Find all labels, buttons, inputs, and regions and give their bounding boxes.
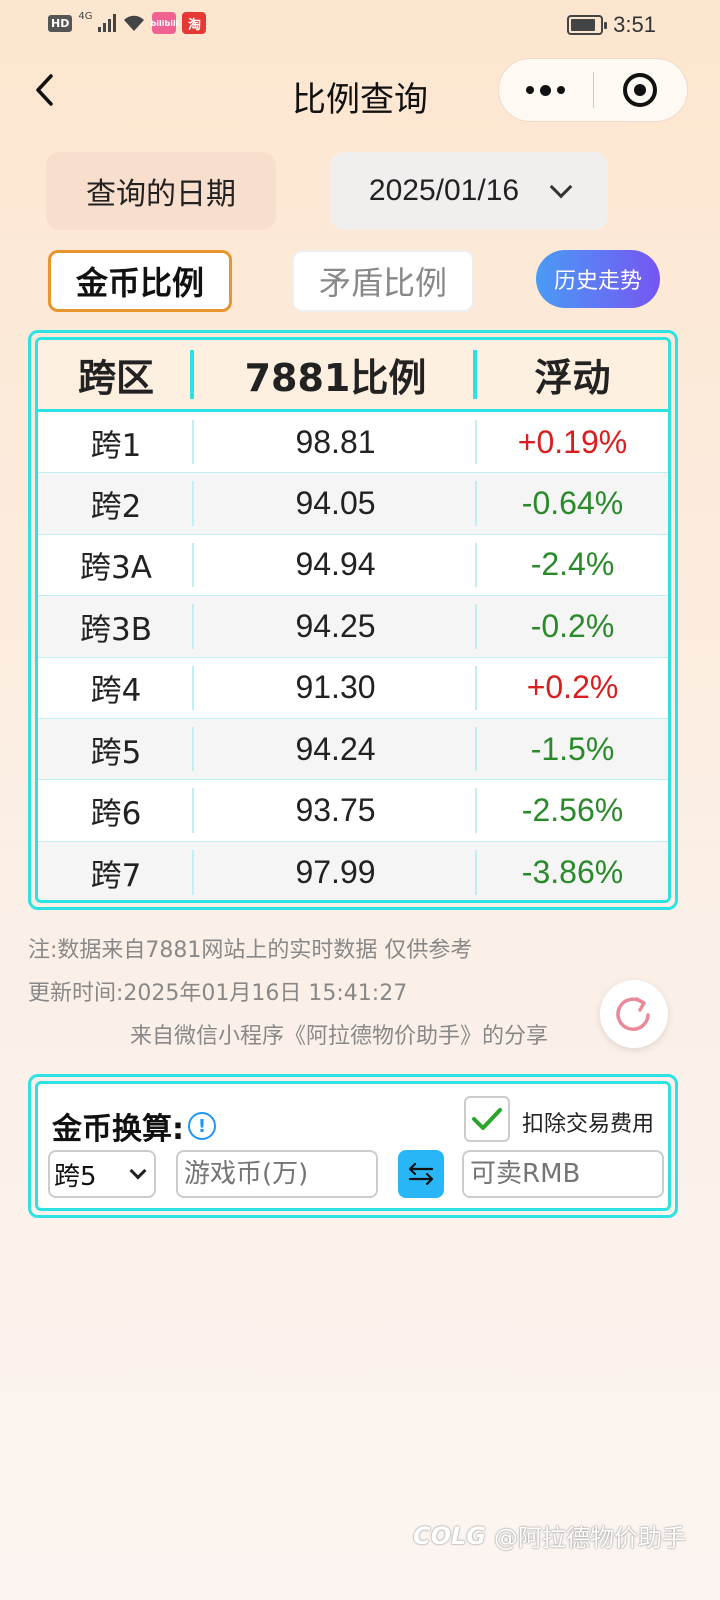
nav-bar: 比例查询 xyxy=(0,56,720,128)
ratio-cell: 98.81 xyxy=(194,412,477,472)
table-header: 跨区 7881比例 浮动 xyxy=(38,340,668,412)
change-cell: -3.86% xyxy=(521,853,624,890)
table-row: 跨2 94.05 -0.64% xyxy=(38,473,668,535)
fee-checkbox[interactable] xyxy=(464,1096,510,1142)
watermark-text: @阿拉德物价助手 xyxy=(494,1524,686,1552)
colg-logo: COLG xyxy=(412,1521,486,1550)
battery-icon xyxy=(567,15,608,35)
change-cell: -2.56% xyxy=(521,792,624,829)
header-ratio: 7881比例 xyxy=(194,340,477,409)
converter-title-wrap: 金币换算: ! xyxy=(52,1104,216,1148)
status-right: 3:51 xyxy=(567,12,656,38)
region-cell: 跨6 xyxy=(38,780,194,840)
header-region: 跨区 xyxy=(38,340,194,409)
bilibili-icon: bilibili xyxy=(151,12,178,34)
date-label: 查询的日期 xyxy=(46,152,276,230)
coin-amount-input[interactable] xyxy=(176,1150,378,1198)
status-bar: HD 4G bilibili 淘 3:51 xyxy=(0,0,720,52)
ratio-table: 跨区 7881比例 浮动 跨1 98.81 +0.19% 跨2 94.05 -0… xyxy=(35,337,671,903)
date-value: 2025/01/16 xyxy=(368,174,520,207)
ratio-cell: 94.25 xyxy=(194,596,477,656)
history-trend-button[interactable]: 历史走势 xyxy=(536,250,660,308)
converter-title: 金币换算: xyxy=(52,1112,184,1147)
signal-icon xyxy=(98,14,117,32)
battery-fill xyxy=(571,19,595,31)
change-cell: -2.4% xyxy=(530,546,615,583)
region-cell: 跨4 xyxy=(38,658,194,718)
tab-shield-ratio[interactable]: 矛盾比例 xyxy=(292,250,474,312)
status-left: HD 4G bilibili 淘 xyxy=(48,10,207,34)
ratio-cell: 97.99 xyxy=(194,842,477,900)
checkmark-icon xyxy=(472,1108,502,1130)
change-cell: -0.2% xyxy=(530,607,615,644)
table-row: 跨7 97.99 -3.86% xyxy=(38,841,668,900)
refresh-button[interactable] xyxy=(600,980,668,1048)
region-select-value: 跨5 xyxy=(54,1161,97,1192)
converter-frame: 金币换算: ! 扣除交易费用 跨5 xyxy=(28,1074,678,1218)
ratio-table-frame: 跨区 7881比例 浮动 跨1 98.81 +0.19% 跨2 94.05 -0… xyxy=(28,330,678,910)
table-row: 跨3B 94.25 -0.2% xyxy=(38,596,668,658)
chevron-down-icon xyxy=(129,1162,147,1180)
close-miniprogram-button[interactable] xyxy=(594,59,688,121)
watermark: COLG @阿拉德物价助手 xyxy=(413,1518,686,1553)
swap-arrows-icon xyxy=(408,1162,434,1186)
table-body: 跨1 98.81 +0.19% 跨2 94.05 -0.64% 跨3A 94.9… xyxy=(38,412,668,900)
rmb-amount-input[interactable] xyxy=(462,1150,664,1198)
more-button[interactable] xyxy=(499,59,593,121)
region-cell: 跨3B xyxy=(38,596,194,656)
table-row: 跨3A 94.94 -2.4% xyxy=(38,535,668,597)
header-change: 浮动 xyxy=(534,356,611,400)
table-row: 跨4 91.30 +0.2% xyxy=(38,658,668,719)
more-dots-icon xyxy=(526,84,566,96)
share-note: 来自微信小程序《阿拉德物价助手》的分享 xyxy=(130,1024,549,1049)
ratio-cell: 91.30 xyxy=(194,658,477,718)
region-cell: 跨7 xyxy=(38,842,194,900)
region-cell: 跨5 xyxy=(38,719,194,779)
chevron-down-icon xyxy=(549,175,573,199)
hd-badge: HD xyxy=(48,14,73,32)
table-row: 跨1 98.81 +0.19% xyxy=(38,412,668,474)
update-time-note: 更新时间:2025年01月16日 15:41:27 xyxy=(28,981,408,1006)
region-cell: 跨3A xyxy=(38,535,194,595)
change-cell: +0.2% xyxy=(526,669,619,706)
swap-button[interactable] xyxy=(398,1150,444,1198)
ratio-cell: 93.75 xyxy=(194,780,477,840)
ratio-cell: 94.24 xyxy=(194,719,477,779)
refresh-icon xyxy=(616,997,650,1031)
region-cell: 跨2 xyxy=(38,473,194,533)
tab-gold-ratio[interactable]: 金币比例 xyxy=(48,250,232,312)
table-row: 跨5 94.24 -1.5% xyxy=(38,718,668,781)
converter-panel: 金币换算: ! 扣除交易费用 跨5 xyxy=(35,1081,671,1211)
ratio-cell: 94.94 xyxy=(194,535,477,595)
info-icon[interactable]: ! xyxy=(188,1112,216,1140)
miniprogram-capsule xyxy=(498,58,688,122)
clock: 3:51 xyxy=(613,12,656,37)
region-cell: 跨1 xyxy=(38,412,194,472)
data-source-note: 注:数据来自7881网站上的实时数据 仅供参考 xyxy=(28,938,473,963)
fee-label: 扣除交易费用 xyxy=(522,1112,655,1137)
table-row: 跨6 93.75 -2.56% xyxy=(38,780,668,842)
date-picker[interactable]: 2025/01/16 xyxy=(330,152,608,230)
change-cell: +0.19% xyxy=(517,423,628,460)
ratio-cell: 94.05 xyxy=(194,473,477,533)
wifi-icon xyxy=(124,15,145,31)
network-type: 4G xyxy=(78,10,93,22)
target-icon xyxy=(623,73,658,107)
taobao-icon: 淘 xyxy=(182,12,207,34)
region-select[interactable]: 跨5 xyxy=(48,1150,156,1198)
change-cell: -0.64% xyxy=(521,485,624,522)
change-cell: -1.5% xyxy=(530,730,615,767)
